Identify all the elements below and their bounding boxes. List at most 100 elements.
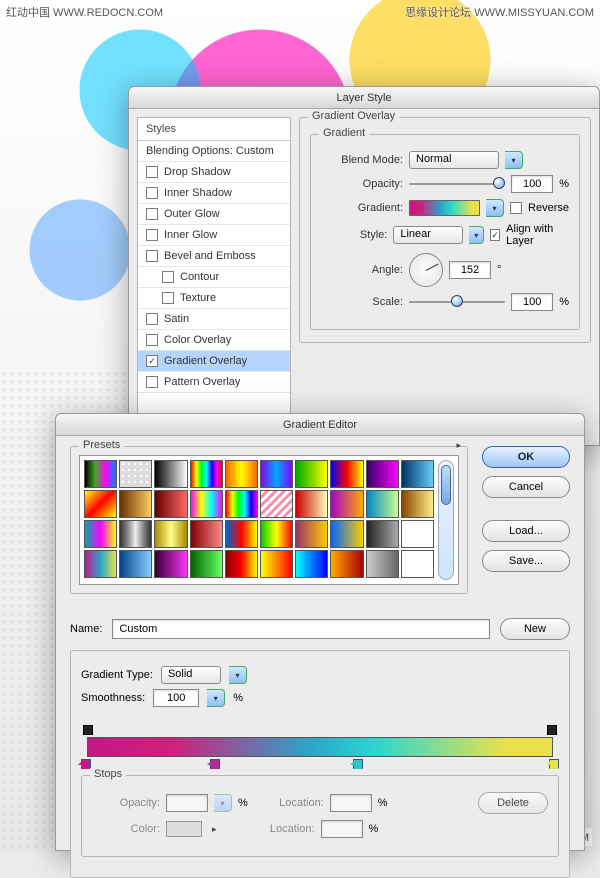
- opacity-stop-right[interactable]: [547, 725, 557, 735]
- preset-swatch[interactable]: [225, 520, 258, 548]
- preset-swatch[interactable]: [154, 460, 187, 488]
- preset-swatch[interactable]: [84, 460, 117, 488]
- effect-satin[interactable]: Satin: [138, 309, 290, 330]
- smoothness-input[interactable]: 100: [153, 689, 199, 707]
- preset-swatch[interactable]: [295, 490, 328, 518]
- preset-swatch[interactable]: [154, 490, 187, 518]
- preset-swatch[interactable]: [84, 490, 117, 518]
- preset-swatch[interactable]: [330, 490, 363, 518]
- preset-swatch[interactable]: [190, 520, 223, 548]
- preset-swatch[interactable]: [225, 490, 258, 518]
- stop-opacity-input[interactable]: [166, 794, 208, 812]
- styles-header[interactable]: Styles: [138, 118, 290, 141]
- gradient-editor-titlebar[interactable]: Gradient Editor: [56, 414, 584, 436]
- gradient-type-dropdown-icon[interactable]: ▾: [229, 666, 247, 684]
- effect-checkbox[interactable]: [146, 166, 158, 178]
- gradient-ramp[interactable]: [81, 725, 559, 769]
- delete-stop-button[interactable]: Delete: [478, 792, 548, 814]
- stop-color-location-input[interactable]: [321, 820, 363, 838]
- ok-button[interactable]: OK: [482, 446, 570, 468]
- effect-checkbox[interactable]: [146, 229, 158, 241]
- effect-bevel-and-emboss[interactable]: Bevel and Emboss: [138, 246, 290, 267]
- effect-checkbox[interactable]: [146, 208, 158, 220]
- preset-swatch[interactable]: [401, 490, 434, 518]
- effect-checkbox[interactable]: [146, 250, 158, 262]
- effect-checkbox[interactable]: [146, 187, 158, 199]
- preset-swatch[interactable]: [295, 550, 328, 578]
- preset-swatch[interactable]: [366, 490, 399, 518]
- presets-flyout-icon[interactable]: ▸: [456, 440, 461, 451]
- preset-swatch[interactable]: [84, 550, 117, 578]
- preset-swatch[interactable]: [330, 520, 363, 548]
- preset-scrollbar[interactable]: [438, 460, 454, 580]
- effect-drop-shadow[interactable]: Drop Shadow: [138, 162, 290, 183]
- opacity-stop-left[interactable]: [83, 725, 93, 735]
- stop-color-flyout-icon[interactable]: ▸: [212, 824, 217, 835]
- cancel-button[interactable]: Cancel: [482, 476, 570, 498]
- preset-swatch[interactable]: [225, 550, 258, 578]
- load-button[interactable]: Load...: [482, 520, 570, 542]
- preset-swatch[interactable]: [225, 460, 258, 488]
- effect-checkbox[interactable]: [146, 355, 158, 367]
- layer-style-titlebar[interactable]: Layer Style: [129, 87, 599, 109]
- new-button[interactable]: New: [500, 618, 570, 640]
- effect-pattern-overlay[interactable]: Pattern Overlay: [138, 372, 290, 393]
- preset-swatch[interactable]: [154, 520, 187, 548]
- align-checkbox[interactable]: [490, 229, 500, 241]
- preset-swatch[interactable]: [119, 520, 152, 548]
- preset-swatch[interactable]: [366, 520, 399, 548]
- effect-color-overlay[interactable]: Color Overlay: [138, 330, 290, 351]
- color-stop[interactable]: [210, 759, 220, 769]
- preset-swatch[interactable]: [190, 460, 223, 488]
- preset-swatch[interactable]: [84, 520, 117, 548]
- preset-swatch[interactable]: [330, 460, 363, 488]
- angle-dial[interactable]: [409, 253, 443, 287]
- preset-swatch[interactable]: [190, 550, 223, 578]
- preset-swatch[interactable]: [119, 460, 152, 488]
- gradient-type-select[interactable]: Solid: [161, 666, 221, 684]
- blendmode-dropdown-icon[interactable]: ▾: [505, 151, 523, 169]
- preset-swatch[interactable]: [295, 520, 328, 548]
- stop-color-swatch[interactable]: [166, 821, 202, 837]
- effect-checkbox[interactable]: [162, 271, 174, 283]
- scale-slider[interactable]: [409, 295, 505, 309]
- effect-texture[interactable]: Texture: [138, 288, 290, 309]
- style-select[interactable]: Linear: [393, 226, 463, 244]
- effect-inner-glow[interactable]: Inner Glow: [138, 225, 290, 246]
- reverse-checkbox[interactable]: [510, 202, 522, 214]
- color-stop[interactable]: [549, 759, 559, 769]
- effect-checkbox[interactable]: [146, 334, 158, 346]
- effect-inner-shadow[interactable]: Inner Shadow: [138, 183, 290, 204]
- effect-gradient-overlay[interactable]: Gradient Overlay: [138, 351, 290, 372]
- preset-swatch[interactable]: [401, 550, 434, 578]
- blendmode-select[interactable]: Normal: [409, 151, 499, 169]
- preset-swatch[interactable]: [119, 550, 152, 578]
- stop-location-input[interactable]: [330, 794, 372, 812]
- preset-swatch[interactable]: [330, 550, 363, 578]
- effect-checkbox[interactable]: [162, 292, 174, 304]
- save-button[interactable]: Save...: [482, 550, 570, 572]
- preset-swatch[interactable]: [401, 520, 434, 548]
- preset-swatch[interactable]: [119, 490, 152, 518]
- effect-checkbox[interactable]: [146, 376, 158, 388]
- gradient-ramp-bar[interactable]: [87, 737, 553, 757]
- style-dropdown-icon[interactable]: ▾: [469, 226, 484, 244]
- preset-swatch[interactable]: [295, 460, 328, 488]
- preset-swatch[interactable]: [401, 460, 434, 488]
- smoothness-dropdown-icon[interactable]: ▾: [207, 689, 225, 707]
- preset-swatch[interactable]: [260, 490, 293, 518]
- blending-options-row[interactable]: Blending Options: Custom: [138, 141, 290, 162]
- angle-input[interactable]: 152: [449, 261, 491, 279]
- name-input[interactable]: Custom: [112, 619, 490, 639]
- opacity-slider[interactable]: [409, 177, 505, 191]
- preset-swatch[interactable]: [366, 460, 399, 488]
- preset-swatch[interactable]: [260, 550, 293, 578]
- preset-swatch[interactable]: [366, 550, 399, 578]
- gradient-dropdown-icon[interactable]: ▾: [486, 199, 504, 217]
- preset-swatch[interactable]: [154, 550, 187, 578]
- effect-outer-glow[interactable]: Outer Glow: [138, 204, 290, 225]
- preset-swatch[interactable]: [260, 520, 293, 548]
- scale-input[interactable]: 100: [511, 293, 553, 311]
- preset-swatch[interactable]: [260, 460, 293, 488]
- effect-checkbox[interactable]: [146, 313, 158, 325]
